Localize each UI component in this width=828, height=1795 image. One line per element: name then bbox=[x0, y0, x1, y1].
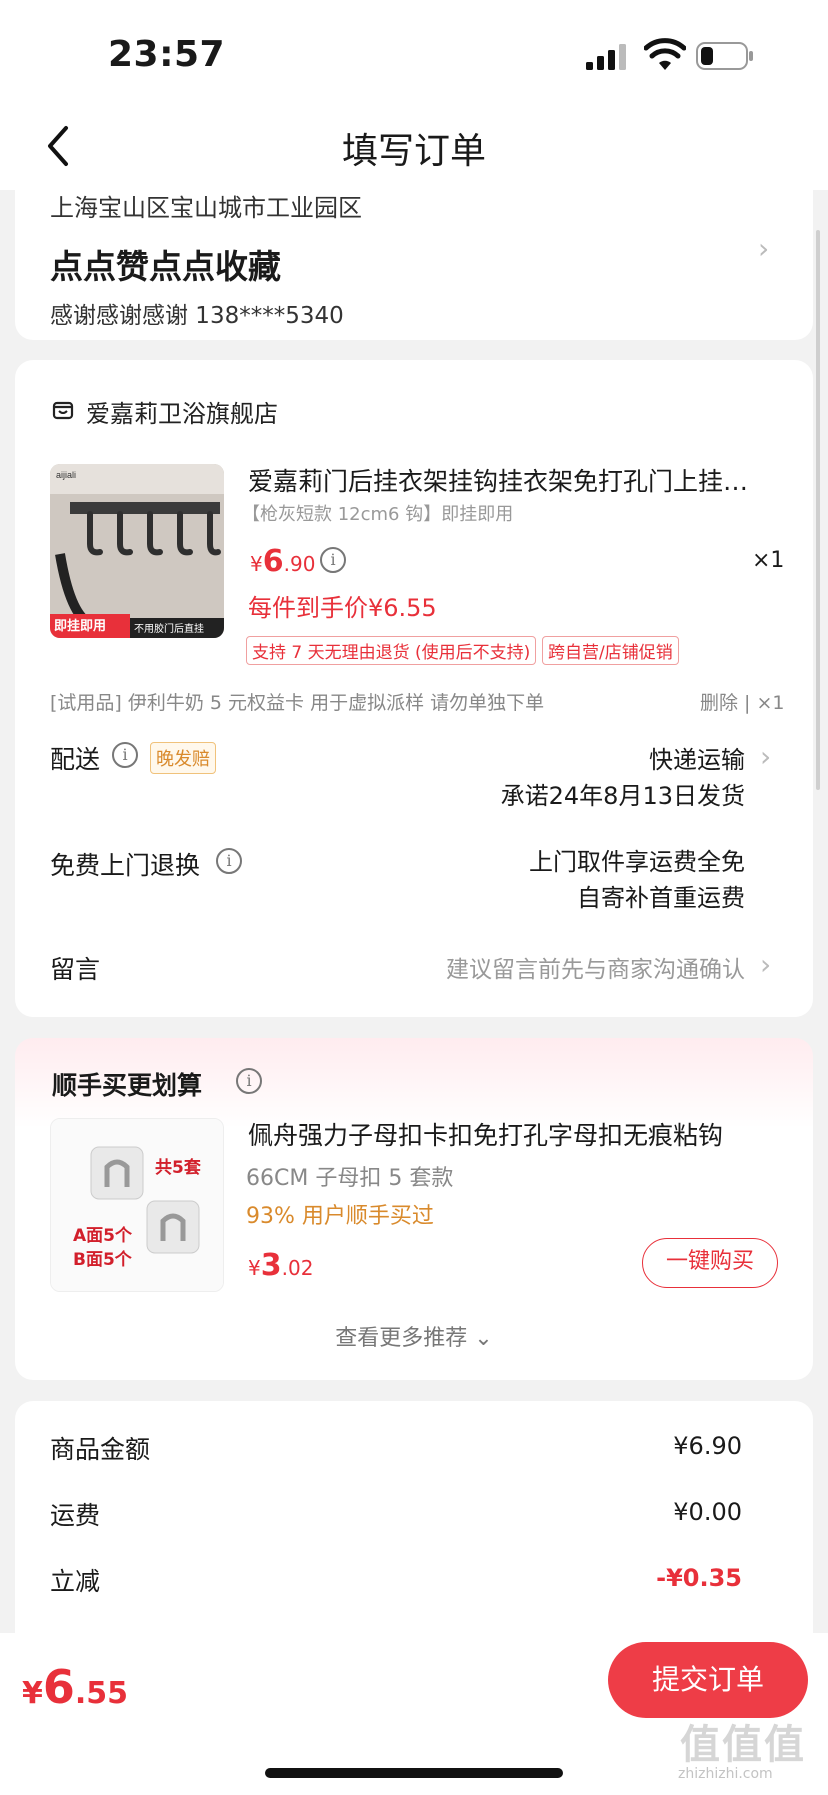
battery-icon bbox=[696, 42, 753, 70]
summary-shipping-label: 运费 bbox=[50, 1501, 101, 1530]
product-quantity: ×1 bbox=[752, 548, 785, 573]
return-detail-self: 自寄补首重运费 bbox=[577, 884, 745, 912]
summary-goods-value: ¥6.90 bbox=[673, 1432, 742, 1460]
late-compensation-badge: 晚发赔 bbox=[150, 742, 216, 774]
total-integer: 6 bbox=[42, 1660, 75, 1714]
product-price: ¥6.90 bbox=[250, 544, 315, 579]
return-policy-tag: 支持 7 天无理由退货 (使用后不支持) bbox=[246, 636, 537, 665]
recommend-product-spec: 66CM 子母扣 5 套款 bbox=[246, 1166, 454, 1191]
address-contact: 感谢感谢感谢 138****5340 bbox=[50, 303, 344, 329]
product-banner-left: 即挂即用 bbox=[54, 618, 106, 634]
price-decimal: .90 bbox=[283, 552, 316, 576]
info-icon[interactable]: i bbox=[320, 547, 346, 573]
signal-icon bbox=[586, 44, 626, 70]
summary-shipping-value: ¥0.00 bbox=[673, 1498, 742, 1526]
delivery-promise: 承诺24年8月13日发货 bbox=[500, 782, 745, 810]
product-spec[interactable]: 【枪灰短款 12cm6 钩】即挂即用 bbox=[242, 500, 513, 526]
price-integer: 6 bbox=[262, 544, 284, 579]
trial-item-delete[interactable]: 删除 | ×1 bbox=[700, 688, 785, 715]
promo-tag: 跨自营/店铺促销 bbox=[542, 636, 679, 665]
total-price: ¥6.55 bbox=[22, 1660, 128, 1714]
return-label: 免费上门退换 bbox=[50, 851, 201, 880]
info-icon[interactable]: i bbox=[236, 1068, 262, 1094]
page-title: 填写订单 bbox=[341, 131, 486, 172]
return-detail-pickup: 上门取件享运费全免 bbox=[529, 848, 745, 876]
delivery-method[interactable]: 快递运输 bbox=[540, 740, 745, 775]
total-decimal: .55 bbox=[74, 1676, 129, 1711]
memo-input[interactable]: 建议留言前先与商家沟通确认 bbox=[380, 950, 745, 984]
store-icon bbox=[52, 401, 74, 420]
memo-label: 留言 bbox=[50, 955, 101, 984]
chevron-right-icon[interactable]: › bbox=[760, 740, 771, 773]
recommend-image[interactable]: 共5套 A面5个 B面5个 bbox=[50, 1118, 224, 1292]
recommend-product-name[interactable]: 佩舟强力子母扣卡扣免打孔字母扣无痕粘钩 bbox=[248, 1116, 768, 1152]
watermark-url: zhizhizhi.com bbox=[678, 1766, 773, 1782]
product-photo: aijiali 即挂即用 不用胶门后直挂 bbox=[50, 464, 224, 638]
address-region: 上海宝山区宝山城市工业园区 bbox=[50, 194, 362, 222]
product-brand-logo: aijiali bbox=[56, 470, 76, 480]
price-decimal: .02 bbox=[281, 1256, 314, 1280]
quick-buy-button[interactable]: 一键购买 bbox=[642, 1238, 778, 1288]
status-time: 23:57 bbox=[108, 34, 226, 75]
product-image[interactable]: aijiali 即挂即用 不用胶门后直挂 bbox=[50, 464, 224, 638]
summary-goods-label: 商品金额 bbox=[50, 1435, 151, 1464]
recommend-stat: 93% 用户顺手买过 bbox=[246, 1204, 434, 1229]
recommend-image-line1: A面5个 bbox=[73, 1225, 133, 1246]
recommend-image-tag: 共5套 bbox=[155, 1157, 202, 1178]
price-currency: ¥ bbox=[248, 1256, 261, 1280]
summary-discount-label: 立减 bbox=[50, 1567, 101, 1596]
price-currency: ¥ bbox=[250, 552, 263, 576]
more-recommendations-link[interactable]: 查看更多推荐 ⌄ bbox=[0, 1320, 828, 1352]
scrollbar[interactable] bbox=[816, 230, 820, 790]
wifi-icon bbox=[644, 38, 686, 70]
recommend-title: 顺手买更划算 bbox=[52, 1071, 203, 1100]
submit-order-button[interactable]: 提交订单 bbox=[608, 1642, 808, 1718]
final-price: 每件到手价¥6.55 bbox=[248, 594, 437, 622]
recommend-price: ¥3.02 bbox=[248, 1248, 313, 1283]
product-banner-right: 不用胶门后直挂 bbox=[134, 622, 204, 635]
recommend-image-line2: B面5个 bbox=[73, 1249, 133, 1270]
chevron-right-icon[interactable]: › bbox=[760, 948, 771, 981]
total-currency: ¥ bbox=[22, 1676, 43, 1711]
trial-item-text: [试用品] 伊利牛奶 5 元权益卡 用于虚拟派样 请勿单独下单 bbox=[50, 692, 545, 714]
store-name[interactable]: 爱嘉莉卫浴旗舰店 bbox=[86, 394, 278, 429]
recommend-photo: 共5套 A面5个 B面5个 bbox=[51, 1119, 223, 1291]
chevron-right-icon: › bbox=[758, 232, 770, 265]
price-integer: 3 bbox=[260, 1248, 282, 1283]
info-icon[interactable]: i bbox=[216, 848, 242, 874]
info-icon[interactable]: i bbox=[112, 742, 138, 768]
delivery-label: 配送 bbox=[50, 745, 101, 774]
summary-discount-value: -¥0.35 bbox=[656, 1564, 742, 1592]
address-detail: 点点赞点点收藏 bbox=[50, 247, 281, 286]
home-indicator bbox=[265, 1768, 563, 1778]
watermark: 值值值 bbox=[680, 1722, 806, 1768]
product-title[interactable]: 爱嘉莉门后挂衣架挂钩挂衣架免打孔门上挂衣钩 bbox=[248, 462, 768, 498]
